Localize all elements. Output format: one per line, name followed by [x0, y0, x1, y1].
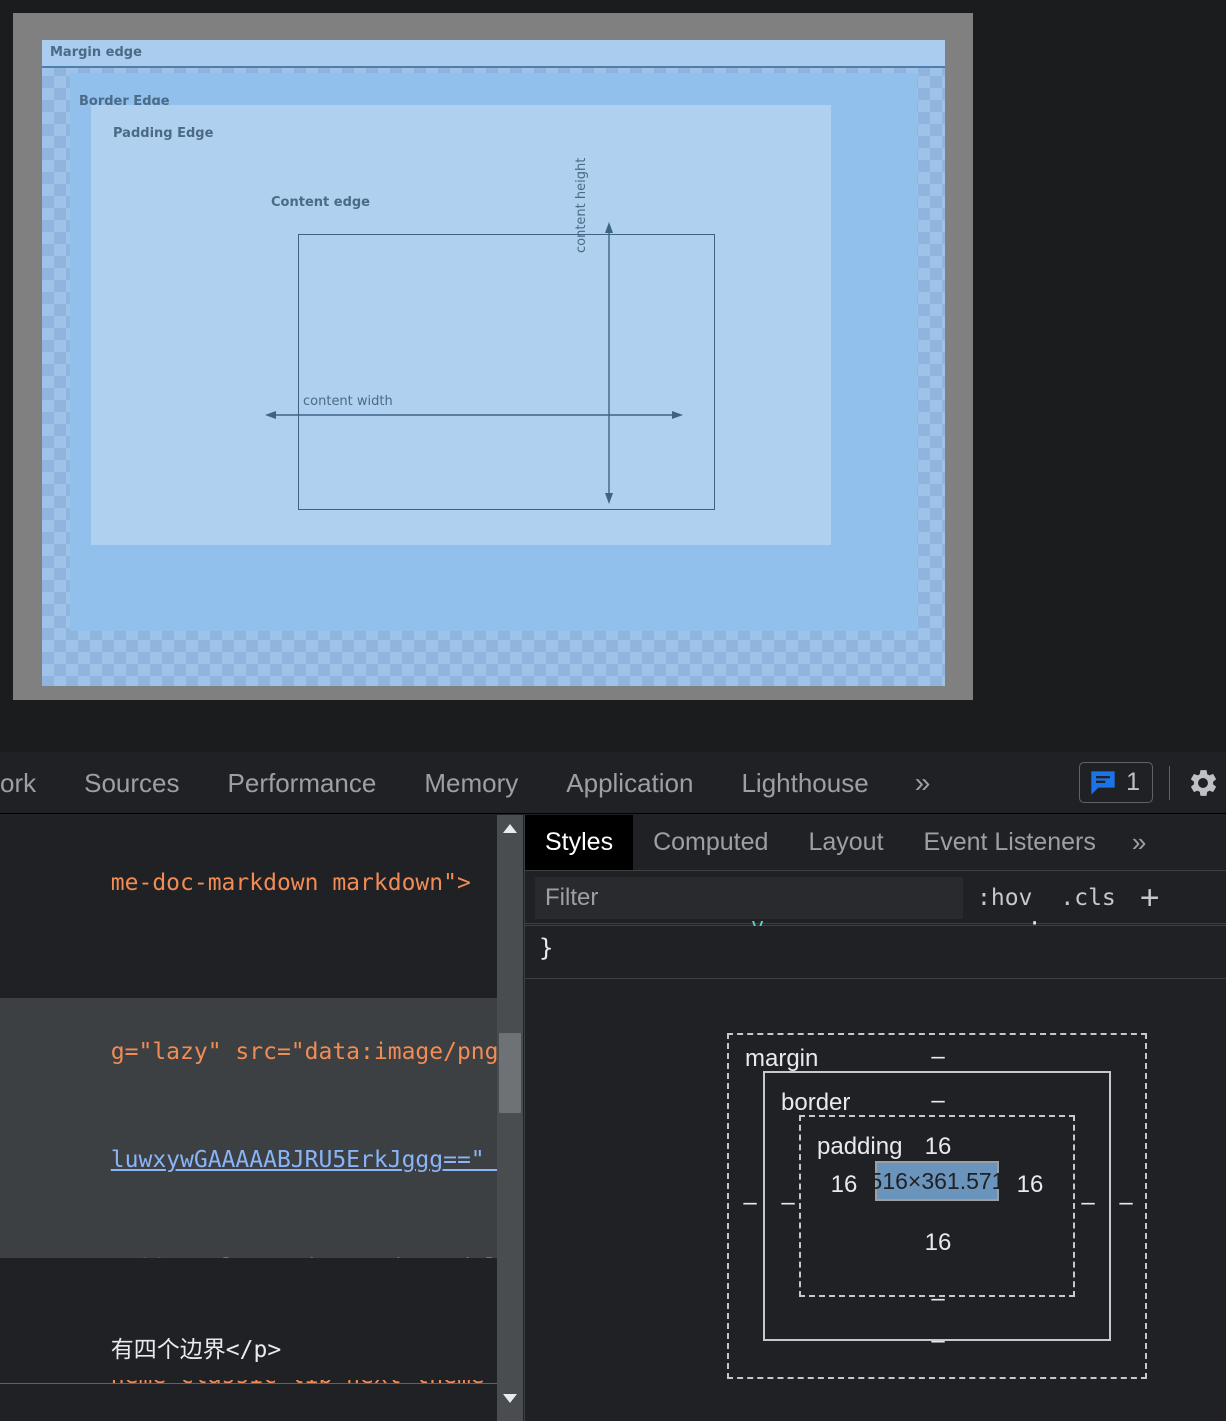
styles-tabbar: Styles Computed Layout Event Listeners » — [525, 815, 1226, 871]
tab-styles[interactable]: Styles — [525, 815, 634, 870]
tab-lighthouse[interactable]: Lighthouse — [717, 752, 892, 814]
box-model-padding-left[interactable]: 16 — [823, 1171, 865, 1199]
filter-input[interactable] — [535, 876, 963, 919]
margin-edge-label: Margin edge — [50, 45, 142, 60]
box-model-border-label: border — [781, 1089, 851, 1116]
tab-application[interactable]: Application — [542, 752, 717, 814]
console-message-count: 1 — [1126, 768, 1140, 796]
box-model-border-right[interactable]: – — [1073, 1189, 1103, 1217]
box-model-border-top[interactable]: – — [923, 1087, 953, 1115]
devtools-toolbar-right: 1 — [1079, 762, 1226, 803]
code-line-cutoff — [0, 815, 497, 829]
devtools-tabbar: ork Sources Performance Memory Applicati… — [0, 752, 1226, 814]
code-line[interactable]: theme-classic-lib-next-theme-MDXC — [0, 1390, 497, 1420]
margin-edge-strip — [42, 40, 945, 68]
css-closing-brace: } — [539, 934, 554, 962]
code-line[interactable]: me-doc-markdown markdown"> — [0, 829, 497, 937]
box-model-illustration: Margin edge Border Edge Padding Edge Con… — [13, 13, 973, 700]
box-model-margin-label: margin — [745, 1045, 819, 1072]
box-model-margin-left[interactable]: – — [735, 1189, 765, 1217]
selected-element-block[interactable]: g="lazy" src="data:image/png;base6 luwxy… — [0, 998, 523, 1389]
code-region-gap — [0, 957, 497, 998]
elements-pane-scrollbar[interactable] — [497, 815, 523, 1421]
code-text: 有四个边界</p> — [110, 1337, 282, 1363]
tab-event-listeners[interactable]: Event Listeners — [904, 815, 1116, 870]
box-model-padding-label: padding — [817, 1133, 903, 1160]
code-text: me-doc-markdown markdown"> — [110, 870, 471, 896]
box-model-content-box[interactable]: 516×361.571 — [870, 1161, 1004, 1201]
code-text: g="lazy" src="data:image/png;base6 — [110, 1039, 523, 1065]
content-height-label: content height — [574, 157, 589, 253]
code-line[interactable]: g="lazy" src="data:image/png;base6 — [0, 998, 523, 1106]
cls-toggle[interactable]: .cls — [1046, 885, 1129, 911]
box-model-padding-top[interactable]: 16 — [917, 1133, 959, 1161]
css-rule-partial[interactable]: v ; } — [525, 914, 1226, 979]
code-region-footer: theme-classic-lib-next-theme-MDXC — [0, 1383, 497, 1421]
scroll-up-icon[interactable] — [497, 815, 523, 841]
elements-tree-pane[interactable]: me-doc-markdown markdown"> ader> g="lazy… — [0, 815, 523, 1421]
styles-filter-row: :hov .cls + — [525, 872, 1226, 924]
message-icon — [1091, 770, 1115, 795]
hov-toggle[interactable]: :hov — [963, 885, 1046, 911]
css-ghost-text-a: v — [751, 914, 764, 926]
tab-computed[interactable]: Computed — [633, 815, 788, 870]
content-edge-label: Content edge — [271, 195, 370, 210]
tab-layout[interactable]: Layout — [788, 815, 903, 870]
console-message-badge[interactable]: 1 — [1079, 762, 1153, 803]
content-region — [298, 234, 715, 510]
code-region-top: me-doc-markdown markdown"> ader> — [0, 815, 497, 1040]
tab-memory[interactable]: Memory — [400, 752, 542, 814]
toolbar-divider — [1169, 765, 1170, 800]
tab-performance[interactable]: Performance — [204, 752, 401, 814]
code-line[interactable]: luwxywGAAAAABJRU5ErkJggg==" width= — [0, 1106, 523, 1214]
content-height-arrow — [605, 222, 613, 504]
code-text: luwxywGAAAAABJRU5ErkJggg==" width= — [110, 1147, 523, 1173]
page-viewport: Margin edge Border Edge Padding Edge Con… — [0, 0, 1226, 752]
new-style-rule-button[interactable]: + — [1130, 881, 1170, 915]
padding-edge-label: Padding Edge — [113, 126, 214, 141]
box-model-padding-right[interactable]: 16 — [1009, 1171, 1051, 1199]
styles-pane: Styles Computed Layout Event Listeners »… — [524, 815, 1226, 1421]
more-tabs-icon[interactable]: » — [893, 767, 953, 799]
content-width-label: content width — [303, 394, 393, 409]
css-ghost-text-b: ; — [1028, 914, 1041, 926]
gear-icon[interactable] — [1186, 766, 1220, 800]
box-model-margin-top[interactable]: – — [923, 1043, 953, 1071]
devtools-panel: ork Sources Performance Memory Applicati… — [0, 752, 1226, 1421]
scrollbar-thumb[interactable] — [499, 1033, 521, 1113]
box-model-padding-bottom[interactable]: 16 — [917, 1229, 959, 1257]
code-region-bottom: 有四个边界</p> .]、 — [0, 1258, 497, 1380]
tab-sources[interactable]: Sources — [60, 752, 203, 814]
box-model-content-size: 516×361.571 — [869, 1167, 1005, 1194]
tab-network[interactable]: ork — [0, 752, 60, 814]
box-model-widget[interactable]: margin – – – – border – – – – padding 16… — [727, 1033, 1147, 1379]
box-model-margin-right[interactable]: – — [1111, 1189, 1141, 1217]
more-styles-tabs-icon[interactable]: » — [1116, 815, 1162, 870]
scroll-down-icon[interactable] — [497, 1385, 523, 1411]
